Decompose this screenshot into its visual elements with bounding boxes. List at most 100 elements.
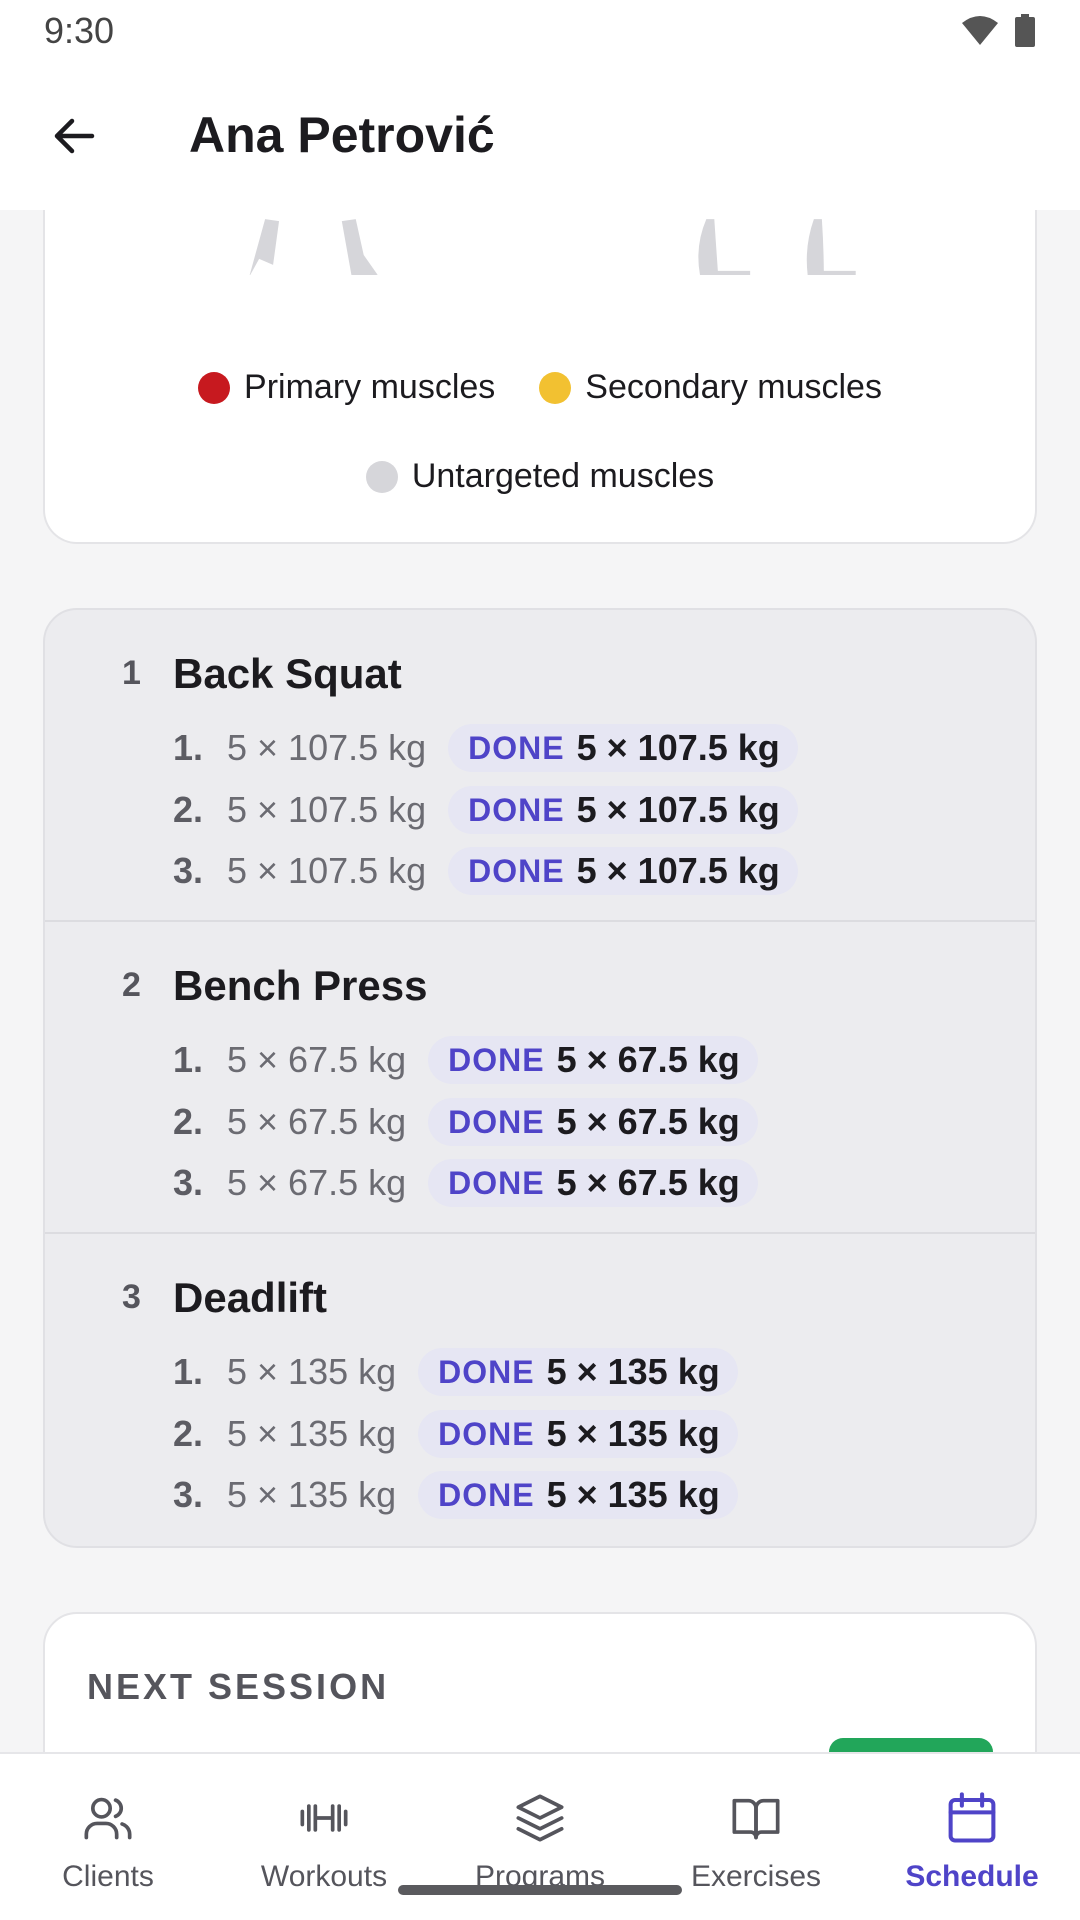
set-planned: 5 × 135 kg — [227, 1351, 397, 1392]
exercise-number: 2 — [122, 966, 141, 1004]
set-index: 3. — [173, 1474, 204, 1515]
nav-item-schedule[interactable]: Schedule — [864, 1754, 1080, 1920]
exercise-item[interactable]: 2 Bench Press 1. 5 × 67.5 kg DONE 5 × 67… — [45, 922, 1035, 1234]
done-badge: DONE 5 × 67.5 kg — [428, 1098, 758, 1146]
done-label: DONE — [438, 1476, 535, 1513]
exercise-item[interactable]: 1 Back Squat 1. 5 × 107.5 kg DONE 5 × 10… — [45, 610, 1035, 922]
done-value: 5 × 107.5 kg — [576, 789, 780, 830]
exercise-name: Deadlift — [173, 1274, 328, 1321]
done-badge: DONE 5 × 107.5 kg — [448, 724, 798, 772]
done-badge: DONE 5 × 67.5 kg — [428, 1159, 758, 1207]
done-value: 5 × 67.5 kg — [556, 1162, 740, 1203]
nav-label: Workouts — [260, 1860, 388, 1893]
done-label: DONE — [448, 1164, 545, 1201]
set-row: 1. 5 × 67.5 kg DONE 5 × 67.5 kg — [173, 1034, 758, 1086]
primary-dot-icon — [198, 371, 231, 404]
legend-secondary-label: Secondary muscles — [585, 368, 882, 406]
done-badge: DONE 5 × 135 kg — [418, 1471, 738, 1519]
done-value: 5 × 107.5 kg — [576, 727, 780, 768]
legend-row-1: Primary muscles Secondary muscles — [45, 368, 1035, 407]
done-badge: DONE 5 × 107.5 kg — [448, 786, 798, 834]
set-index: 3. — [173, 1162, 204, 1203]
done-badge: DONE 5 × 107.5 kg — [448, 847, 798, 895]
users-icon — [80, 1790, 136, 1846]
exercise-item[interactable]: 3 Deadlift 1. 5 × 135 kg DONE 5 × 135 kg… — [45, 1234, 1035, 1546]
nav-item-programs[interactable]: Programs — [432, 1754, 648, 1920]
nav-label: Schedule — [905, 1860, 1039, 1893]
set-index: 1. — [173, 1351, 204, 1392]
page-title: Ana Petrović — [189, 107, 495, 163]
done-value: 5 × 107.5 kg — [576, 850, 780, 891]
set-index: 2. — [173, 1413, 204, 1454]
book-open-icon — [728, 1790, 784, 1846]
set-row: 2. 5 × 67.5 kg DONE 5 × 67.5 kg — [173, 1096, 758, 1148]
exercise-number: 3 — [122, 1278, 141, 1316]
done-label: DONE — [448, 1103, 545, 1140]
untargeted-dot-icon — [365, 460, 398, 493]
app-bar: Ana Petrović — [0, 62, 1080, 210]
set-planned: 5 × 107.5 kg — [227, 727, 427, 768]
set-planned: 5 × 107.5 kg — [227, 850, 427, 891]
set-planned: 5 × 67.5 kg — [227, 1162, 407, 1203]
done-value: 5 × 67.5 kg — [556, 1039, 740, 1080]
done-label: DONE — [438, 1415, 535, 1452]
set-row: 1. 5 × 107.5 kg DONE 5 × 107.5 kg — [173, 722, 798, 774]
set-planned: 5 × 107.5 kg — [227, 789, 427, 830]
exercise-name: Bench Press — [173, 962, 428, 1009]
set-index: 3. — [173, 850, 204, 891]
done-value: 5 × 67.5 kg — [556, 1101, 740, 1142]
set-index: 2. — [173, 1101, 204, 1142]
nav-item-exercises[interactable]: Exercises — [648, 1754, 864, 1920]
set-row: 2. 5 × 135 kg DONE 5 × 135 kg — [173, 1408, 738, 1460]
done-value: 5 × 135 kg — [546, 1413, 720, 1454]
legend-row-2: Untargeted muscles — [45, 457, 1035, 496]
exercise-name: Back Squat — [173, 650, 402, 697]
set-row: 2. 5 × 107.5 kg DONE 5 × 107.5 kg — [173, 784, 798, 836]
nav-label: Exercises — [690, 1860, 822, 1893]
set-index: 2. — [173, 789, 204, 830]
done-badge: DONE 5 × 67.5 kg — [428, 1036, 758, 1084]
exercise-number: 1 — [122, 654, 141, 692]
calendar-icon — [944, 1790, 1000, 1846]
status-bar: 9:30 — [0, 0, 1080, 62]
done-label: DONE — [448, 1041, 545, 1078]
next-session-title: NEXT SESSION — [87, 1666, 390, 1707]
set-planned: 5 × 67.5 kg — [227, 1101, 407, 1142]
set-planned: 5 × 135 kg — [227, 1413, 397, 1454]
exercise-list-card: 1 Back Squat 1. 5 × 107.5 kg DONE 5 × 10… — [43, 608, 1037, 1548]
set-row: 3. 5 × 135 kg DONE 5 × 135 kg — [173, 1469, 738, 1521]
arrow-left-icon — [54, 118, 95, 154]
set-row: 3. 5 × 67.5 kg DONE 5 × 67.5 kg — [173, 1157, 758, 1209]
nav-label: Clients — [62, 1860, 154, 1893]
home-indicator[interactable] — [398, 1885, 682, 1895]
done-label: DONE — [438, 1353, 535, 1390]
dumbbell-icon — [296, 1790, 352, 1846]
legend-secondary: Secondary muscles — [539, 368, 882, 407]
done-badge: DONE 5 × 135 kg — [418, 1410, 738, 1458]
set-row: 1. 5 × 135 kg DONE 5 × 135 kg — [173, 1346, 738, 1398]
set-row: 3. 5 × 107.5 kg DONE 5 × 107.5 kg — [173, 845, 798, 897]
wifi-icon — [962, 16, 998, 45]
legend-untargeted-label: Untargeted muscles — [411, 457, 715, 495]
legend-untargeted: Untargeted muscles — [365, 457, 715, 496]
muscle-figure-graphic — [249, 219, 856, 275]
legend-primary: Primary muscles — [198, 368, 495, 407]
set-index: 1. — [173, 727, 204, 768]
battery-icon — [1015, 14, 1035, 47]
set-planned: 5 × 67.5 kg — [227, 1039, 407, 1080]
nav-item-workouts[interactable]: Workouts — [216, 1754, 432, 1920]
back-button[interactable] — [44, 106, 104, 166]
done-label: DONE — [468, 791, 565, 828]
done-value: 5 × 135 kg — [546, 1474, 720, 1515]
secondary-dot-icon — [539, 371, 572, 404]
nav-item-clients[interactable]: Clients — [0, 1754, 216, 1920]
legend-primary-label: Primary muscles — [244, 368, 496, 406]
done-value: 5 × 135 kg — [546, 1351, 720, 1392]
done-label: DONE — [468, 729, 565, 766]
status-time: 9:30 — [44, 10, 115, 51]
done-badge: DONE 5 × 135 kg — [418, 1348, 738, 1396]
set-index: 1. — [173, 1039, 204, 1080]
set-planned: 5 × 135 kg — [227, 1474, 397, 1515]
done-label: DONE — [468, 852, 565, 889]
layers-icon — [512, 1790, 568, 1846]
